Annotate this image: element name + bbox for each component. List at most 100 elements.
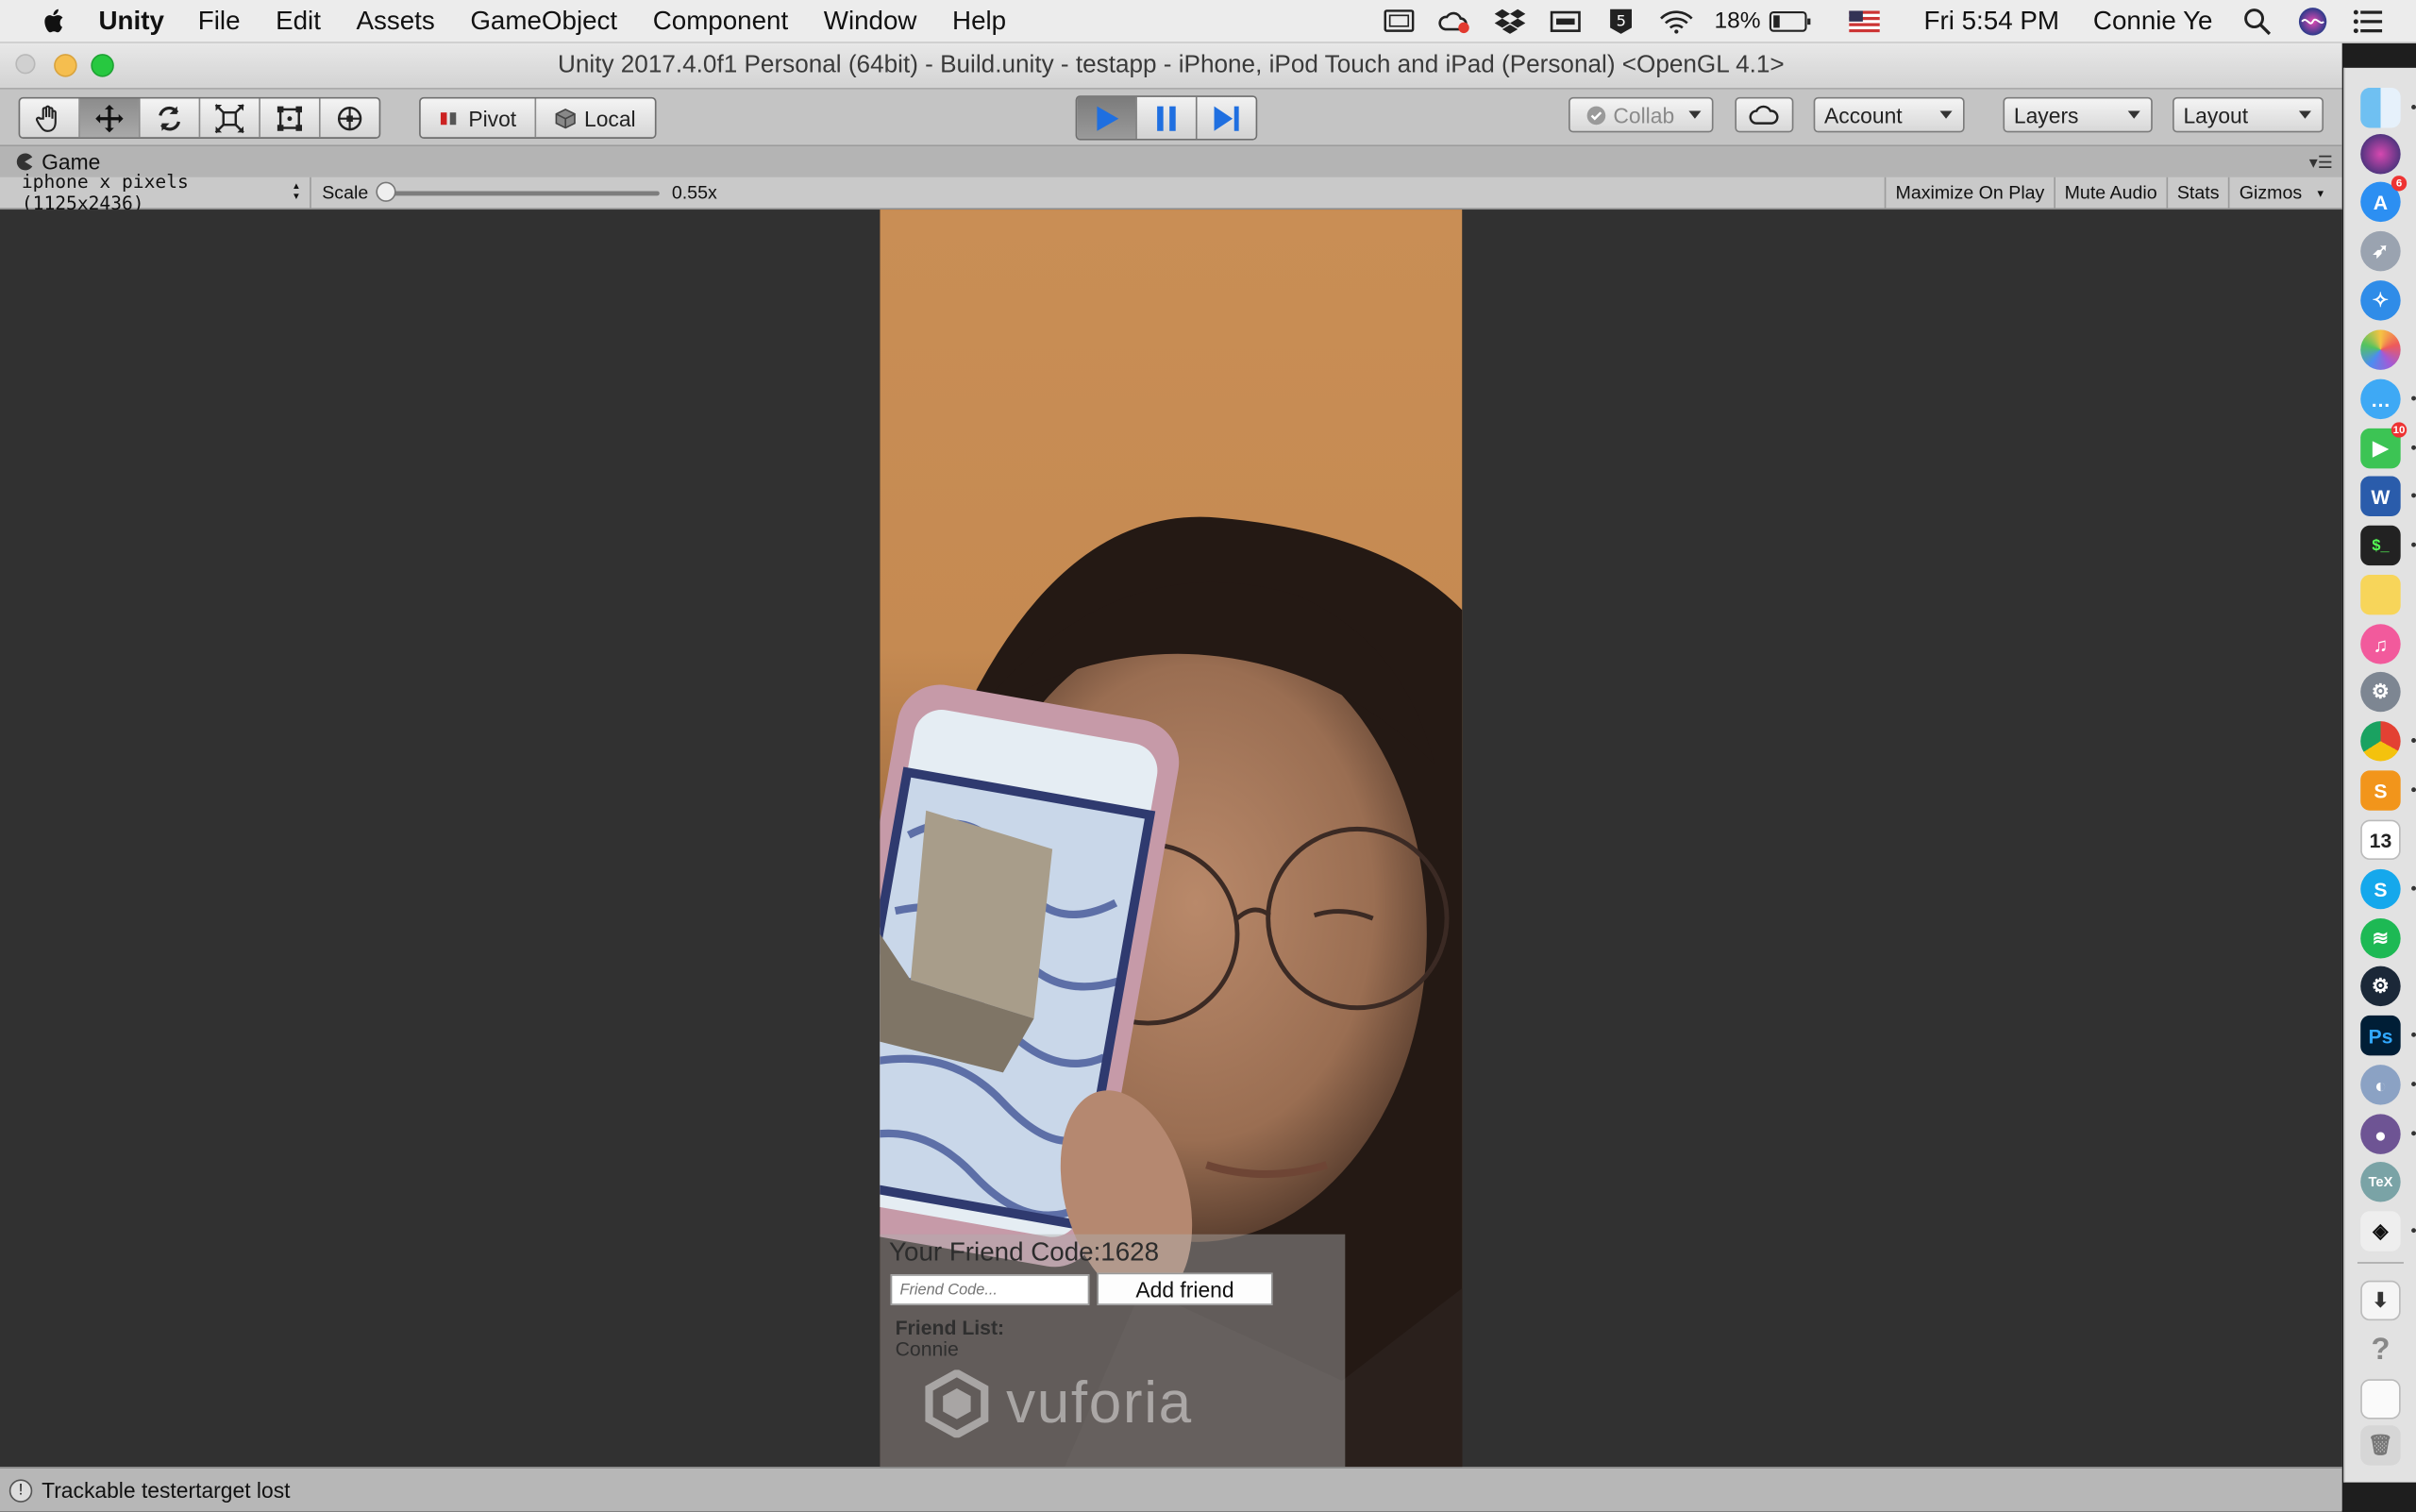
collab-dropdown[interactable]: Collab bbox=[1569, 96, 1714, 133]
screen: Unity File Edit Assets GameObject Compon… bbox=[0, 0, 2416, 1512]
layout-dropdown[interactable]: Layout bbox=[2173, 96, 2324, 133]
local-button[interactable]: Local bbox=[536, 98, 654, 137]
creative-cloud-icon[interactable] bbox=[1437, 8, 1471, 33]
menu-file[interactable]: File bbox=[198, 6, 241, 37]
steam-icon[interactable]: ⚙ bbox=[2360, 966, 2401, 1007]
rotate-icon bbox=[159, 105, 180, 130]
notification-center-icon[interactable] bbox=[2351, 8, 2385, 33]
github-icon[interactable]: ● bbox=[2360, 1114, 2401, 1154]
clock[interactable]: Fri 5:54 PM bbox=[1924, 6, 2059, 37]
scale-tool-button[interactable] bbox=[200, 98, 260, 138]
rotate-tool-button[interactable] bbox=[141, 98, 201, 138]
collab-label: Collab bbox=[1613, 102, 1675, 127]
menu-gameobject[interactable]: GameObject bbox=[470, 6, 617, 37]
word-icon[interactable]: W bbox=[2360, 476, 2401, 516]
game-view-toggles: Maximize On Play Mute Audio Stats Gizmos… bbox=[1885, 176, 2333, 209]
document-icon[interactable] bbox=[2360, 1379, 2401, 1420]
game-view-bar: iphone x pixels (1125x2436) ▴ ▾ Scale 0.5… bbox=[0, 171, 2342, 214]
app-store-icon[interactable]: A6 bbox=[2360, 176, 2408, 223]
menu-edit[interactable]: Edit bbox=[276, 6, 321, 37]
hand-tool-button[interactable] bbox=[20, 98, 80, 138]
menu-assets[interactable]: Assets bbox=[356, 6, 434, 37]
notes-icon[interactable] bbox=[2360, 574, 2401, 615]
display-icon[interactable] bbox=[1382, 8, 1416, 33]
network-utility-icon[interactable]: ◐ bbox=[2360, 1065, 2401, 1105]
help-icon[interactable]: ? bbox=[2360, 1330, 2400, 1369]
apple-icon[interactable] bbox=[40, 7, 64, 34]
menu-component[interactable]: Component bbox=[653, 6, 788, 37]
dropbox-icon[interactable] bbox=[1492, 8, 1526, 34]
siri-icon[interactable] bbox=[2296, 7, 2330, 35]
mute-audio-toggle[interactable]: Mute Audio bbox=[2054, 176, 2166, 209]
downloads-icon[interactable]: ⬇ bbox=[2360, 1280, 2401, 1321]
zoom-button[interactable] bbox=[91, 54, 114, 77]
launchpad-icon[interactable]: ➶ bbox=[2360, 230, 2401, 272]
stats-toggle[interactable]: Stats bbox=[2166, 176, 2228, 209]
sublime-text-icon[interactable]: S bbox=[2360, 770, 2401, 811]
finder-icon[interactable] bbox=[2360, 88, 2401, 128]
add-friend-button[interactable]: Add friend bbox=[1097, 1272, 1273, 1305]
resolution-select[interactable]: iphone x pixels (1125x2436) ▴ ▾ bbox=[9, 171, 311, 214]
wifi-icon[interactable] bbox=[1659, 8, 1693, 33]
account-dropdown[interactable]: Account bbox=[1813, 96, 1965, 133]
spotify-icon[interactable]: ≋ bbox=[2360, 918, 2401, 959]
gizmos-dropdown[interactable]: Gizmos ▾ bbox=[2228, 176, 2333, 209]
close-button[interactable] bbox=[15, 54, 36, 75]
vuforia-logo-icon bbox=[925, 1369, 989, 1438]
messages-icon[interactable]: … bbox=[2360, 378, 2401, 420]
vuforia-text: vuforia bbox=[1006, 1370, 1193, 1436]
transform-tool-button[interactable] bbox=[321, 98, 379, 137]
minimize-button[interactable] bbox=[54, 54, 77, 77]
spotlight-search-icon[interactable] bbox=[2240, 8, 2274, 35]
skype-icon[interactable]: S bbox=[2360, 868, 2401, 910]
running-indicator bbox=[2411, 1131, 2416, 1136]
safari-icon[interactable]: ✧ bbox=[2360, 280, 2401, 321]
running-indicator bbox=[2411, 738, 2416, 743]
pivot-button[interactable]: Pivot bbox=[421, 98, 537, 138]
unity-toolbar: Pivot Local Collab Account Layers Layout bbox=[0, 89, 2342, 147]
friend-code-input[interactable] bbox=[890, 1274, 1090, 1305]
unity-icon[interactable]: ◈ bbox=[2360, 1211, 2401, 1252]
facetime-icon[interactable]: ▶ 10 bbox=[2360, 422, 2408, 469]
chevron-down-icon bbox=[1939, 110, 1953, 119]
calendar-icon[interactable]: 13 bbox=[2360, 819, 2401, 861]
pause-button[interactable] bbox=[1136, 96, 1198, 139]
play-button[interactable] bbox=[1077, 96, 1137, 139]
screen-icon[interactable] bbox=[1548, 8, 1582, 33]
move-tool-button[interactable] bbox=[79, 98, 141, 138]
step-button[interactable] bbox=[1197, 96, 1256, 139]
menu-window[interactable]: Window bbox=[824, 6, 917, 37]
window-titlebar[interactable]: Unity 2017.4.0f1 Personal (64bit) - Buil… bbox=[0, 42, 2342, 90]
battery-icon[interactable] bbox=[1767, 8, 1813, 33]
photos-icon[interactable] bbox=[2360, 329, 2401, 370]
transform-all-icon bbox=[337, 106, 362, 130]
trash-icon[interactable]: 🗑 bbox=[2360, 1425, 2401, 1466]
user-name[interactable]: Connie Ye bbox=[2093, 6, 2213, 37]
layers-label: Layers bbox=[2013, 102, 2079, 127]
tex-icon[interactable]: TeX bbox=[2360, 1162, 2401, 1202]
us-flag-icon[interactable] bbox=[1847, 8, 1881, 33]
photoshop-icon[interactable]: Ps bbox=[2360, 1015, 2401, 1056]
itunes-icon[interactable]: ♫ bbox=[2360, 624, 2401, 664]
facetime-badge: 10 bbox=[2391, 422, 2408, 438]
scale-slider-thumb[interactable] bbox=[376, 181, 396, 202]
cloud-button[interactable] bbox=[1735, 96, 1794, 133]
terminal-icon[interactable]: $_ bbox=[2360, 525, 2401, 566]
rect-tool-button[interactable] bbox=[260, 98, 321, 138]
scale-slider-track[interactable] bbox=[381, 191, 660, 196]
scrobbler-icon[interactable]: 5 bbox=[1603, 8, 1637, 34]
running-indicator bbox=[2411, 885, 2416, 891]
siri-icon[interactable] bbox=[2360, 134, 2401, 175]
layers-dropdown[interactable]: Layers bbox=[2003, 96, 2153, 133]
menu-app-name[interactable]: Unity bbox=[98, 6, 163, 37]
system-preferences-icon[interactable]: ⚙ bbox=[2360, 671, 2401, 713]
game-viewport[interactable]: Your Friend Code:1628 Add friend Friend … bbox=[0, 210, 2342, 1468]
battery-percent[interactable]: 18% bbox=[1714, 8, 1760, 34]
pivot-icon bbox=[440, 111, 457, 125]
maximize-on-play-toggle[interactable]: Maximize On Play bbox=[1885, 176, 2054, 209]
chrome-icon[interactable] bbox=[2360, 721, 2401, 762]
menu-help[interactable]: Help bbox=[952, 6, 1006, 37]
console-status-bar[interactable]: ! Trackable testertarget lost bbox=[0, 1467, 2342, 1512]
tab-menu-icon[interactable]: ▾☰ bbox=[2309, 153, 2333, 173]
unity-window: Unity 2017.4.0f1 Personal (64bit) - Buil… bbox=[0, 42, 2342, 1512]
